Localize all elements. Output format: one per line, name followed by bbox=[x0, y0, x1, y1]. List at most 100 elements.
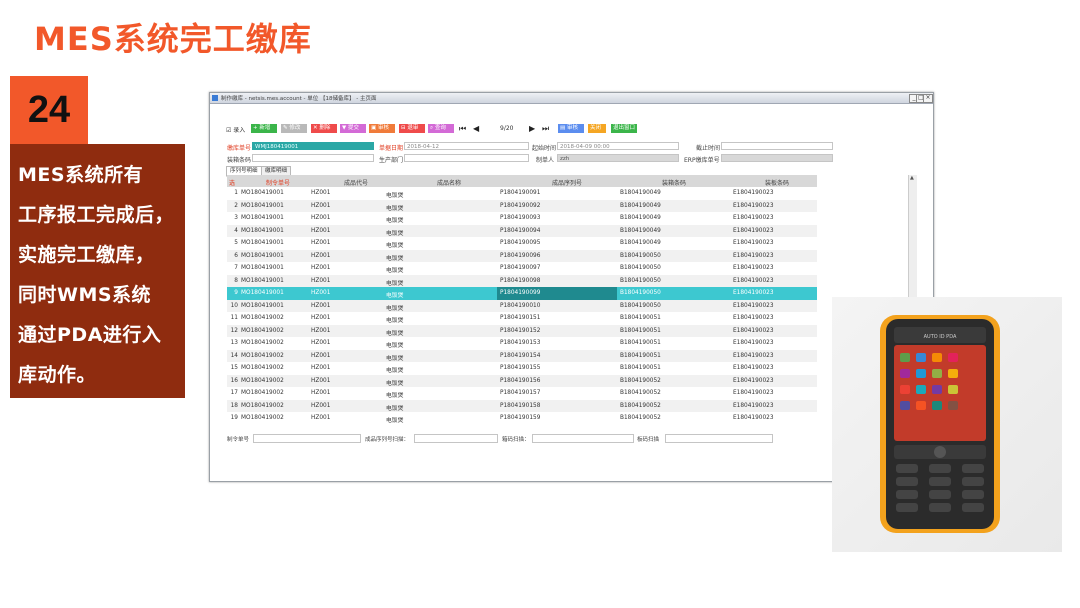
next-page-icon[interactable]: ▶ bbox=[529, 124, 535, 133]
cell-box: B1804190051 bbox=[620, 340, 661, 346]
toolbar: ☑ 录入 + 新增 ✎ 修改 ✕ 删除 ▼ 提交 ▣ 审核 ⊟ 退审 ⌕ 查询 … bbox=[224, 123, 844, 135]
entry-checkbox[interactable]: ☑ 录入 bbox=[226, 125, 245, 134]
exit-window-button[interactable]: 退出窗口 bbox=[611, 124, 637, 133]
cell-mo: MO180419002 bbox=[241, 415, 284, 421]
table-row[interactable]: 9 MO180419001 HZ001 电饭煲 P1804190099 B18041900… bbox=[227, 287, 817, 300]
submit-button[interactable]: ▼ 提交 bbox=[340, 124, 366, 133]
cell-box: B1804190049 bbox=[620, 190, 661, 196]
cell-mo: MO180419002 bbox=[241, 402, 284, 409]
add-button[interactable]: + 新增 bbox=[251, 124, 277, 133]
doc-no-field[interactable]: WMJ180419001 bbox=[252, 142, 374, 150]
cell-name: 电饭煲 bbox=[386, 243, 404, 249]
cell-board: E1804190023 bbox=[733, 402, 774, 409]
cell-code: HZ001 bbox=[311, 415, 331, 421]
col-product-code[interactable]: 成品代号 bbox=[344, 178, 368, 187]
shut-button[interactable]: 关闭 bbox=[588, 124, 606, 133]
start-time-field[interactable]: 2018-04-09 00:00 bbox=[557, 142, 679, 150]
table-row[interactable]: 2 MO180419001 HZ001 电饭煲 P1804190092 B18041900… bbox=[227, 199, 817, 212]
cell-no: 6 bbox=[234, 252, 238, 259]
cell-board: E1804190023 bbox=[733, 327, 774, 334]
scroll-up-icon[interactable]: ▲ bbox=[910, 175, 914, 181]
unapprove-button[interactable]: ⊟ 退审 bbox=[399, 124, 425, 133]
mo-scan-input[interactable] bbox=[253, 434, 361, 443]
table-row[interactable]: 17 MO180419002 HZ001 电饭煲 P1804190157 B1804190… bbox=[227, 387, 817, 400]
end-time-label: 截止时间 bbox=[696, 145, 721, 152]
table-row[interactable]: 15 MO180419002 HZ001 电饭煲 P1804190155 B1804190… bbox=[227, 362, 817, 375]
cell-board: E1804190023 bbox=[733, 202, 774, 209]
review-button[interactable]: ▤ 审核 bbox=[558, 124, 584, 133]
prev-page-icon[interactable]: ◀ bbox=[473, 124, 479, 133]
description-line: 实施完工缴库， bbox=[18, 244, 155, 266]
table-row[interactable]: 7 MO180419001 HZ001 电饭煲 P1804190097 B18041900… bbox=[227, 262, 817, 275]
table-row[interactable]: 6 MO180419001 HZ001 电饭煲 P1804190096 B18041900… bbox=[227, 249, 817, 262]
entry-checkbox-label: 录入 bbox=[233, 127, 246, 134]
table-row[interactable]: 4 MO180419001 HZ001 电饭煲 P1804190094 B18041900… bbox=[227, 224, 817, 237]
board-scan-input[interactable] bbox=[665, 434, 773, 443]
table-row[interactable]: 3 MO180419001 HZ001 电饭煲 P1804190093 B18041900… bbox=[227, 212, 817, 225]
col-select[interactable]: 选 bbox=[229, 178, 235, 187]
table-row[interactable]: 8 MO180419001 HZ001 电饭煲 P1804190098 B18041900… bbox=[227, 274, 817, 287]
cell-code: HZ001 bbox=[311, 252, 331, 259]
delete-button[interactable]: ✕ 删除 bbox=[311, 124, 337, 133]
first-page-icon[interactable]: ⏮ bbox=[459, 124, 466, 133]
box-code-field[interactable] bbox=[252, 154, 374, 162]
approve-button[interactable]: ▣ 审核 bbox=[369, 124, 395, 133]
cell-board: E1804190023 bbox=[733, 227, 774, 234]
description-line: MES系统所有 bbox=[18, 164, 144, 186]
query-button[interactable]: ⌕ 查询 bbox=[428, 124, 454, 133]
submit-button-label: 提交 bbox=[347, 125, 359, 131]
col-serial-no[interactable]: 成品序列号 bbox=[552, 178, 582, 187]
col-mo-no[interactable]: 制令单号 bbox=[266, 178, 290, 187]
dept-label: 生产部门 bbox=[379, 157, 404, 164]
cell-no: 1 bbox=[234, 190, 238, 196]
cell-mo: MO180419002 bbox=[241, 377, 284, 384]
cell-board: E1804190023 bbox=[733, 415, 774, 421]
end-time-field[interactable] bbox=[721, 142, 833, 150]
col-product-name[interactable]: 成品名称 bbox=[437, 178, 461, 187]
cell-code: HZ001 bbox=[311, 315, 331, 321]
cell-no: 4 bbox=[234, 227, 238, 234]
cell-code: HZ001 bbox=[311, 202, 331, 209]
cell-code: HZ001 bbox=[311, 277, 331, 284]
window-title: 制作缴库 - netsis.mes.account - 单位 【18储备库】 -… bbox=[221, 96, 377, 102]
table-row[interactable]: 13 MO180419002 HZ001 电饭煲 P1804190153 B1804190… bbox=[227, 337, 817, 350]
table-row[interactable]: 10 MO180419001 HZ001 电饭煲 P1804190010 B1804190… bbox=[227, 299, 817, 312]
cell-serial: P1804190153 bbox=[500, 340, 541, 346]
col-board-code[interactable]: 装板条码 bbox=[765, 178, 789, 187]
cell-code: HZ001 bbox=[311, 377, 331, 384]
cell-box: B1804190049 bbox=[620, 227, 661, 234]
cell-name: 电饭煲 bbox=[386, 405, 404, 412]
cell-mo: MO180419002 bbox=[241, 315, 284, 321]
board-scan-label: 板码扫描 bbox=[637, 437, 660, 443]
box-scan-input[interactable] bbox=[532, 434, 634, 443]
pda-photo: AUTO ID PDA bbox=[832, 297, 1062, 552]
dept-field[interactable] bbox=[404, 154, 529, 162]
table-row[interactable]: 14 MO180419002 HZ001 电饭煲 P1804190154 B1804190… bbox=[227, 349, 817, 362]
cell-box: B1804190050 bbox=[620, 252, 661, 259]
doc-date-field[interactable]: 2018-04-12 bbox=[404, 142, 529, 150]
exit-window-button-label: 退出窗口 bbox=[613, 125, 636, 131]
cell-box: B1804190050 bbox=[620, 277, 661, 284]
cell-no: 5 bbox=[234, 240, 238, 246]
cell-code: HZ001 bbox=[311, 265, 331, 271]
cell-name: 电饭煲 bbox=[386, 218, 404, 224]
cell-serial: P1804190156 bbox=[500, 377, 541, 384]
col-box-code[interactable]: 装箱条码 bbox=[662, 178, 686, 187]
description-line: 通过PDA进行入 bbox=[18, 324, 162, 346]
serial-scan-input[interactable] bbox=[414, 434, 498, 443]
cell-mo: MO180419002 bbox=[241, 340, 284, 346]
table-row[interactable]: 12 MO180419002 HZ001 电饭煲 P1804190152 B1804190… bbox=[227, 324, 817, 337]
last-page-icon[interactable]: ⏭ bbox=[542, 124, 549, 133]
table-row[interactable]: 11 MO180419002 HZ001 电饭煲 P1804190151 B1804190… bbox=[227, 312, 817, 325]
table-row[interactable]: 16 MO180419002 HZ001 电饭煲 P1804190156 B1804190… bbox=[227, 374, 817, 387]
cell-mo: MO180419002 bbox=[241, 390, 284, 396]
table-row[interactable]: 5 MO180419001 HZ001 电饭煲 P1804190095 B18041900… bbox=[227, 237, 817, 250]
table-row[interactable]: 1 MO180419001 HZ001 电饭煲 P1804190091 B18041900… bbox=[227, 187, 817, 200]
cell-board: E1804190023 bbox=[733, 190, 774, 196]
close-button[interactable]: × bbox=[923, 94, 933, 103]
table-row[interactable]: 19 MO180419002 HZ001 电饭煲 P1804190159 B1804190… bbox=[227, 412, 817, 425]
cell-no: 2 bbox=[234, 202, 238, 209]
edit-button[interactable]: ✎ 修改 bbox=[281, 124, 307, 133]
cell-name: 电饭煲 bbox=[386, 393, 404, 399]
table-row[interactable]: 18 MO180419002 HZ001 电饭煲 P1804190158 B1804190… bbox=[227, 399, 817, 412]
